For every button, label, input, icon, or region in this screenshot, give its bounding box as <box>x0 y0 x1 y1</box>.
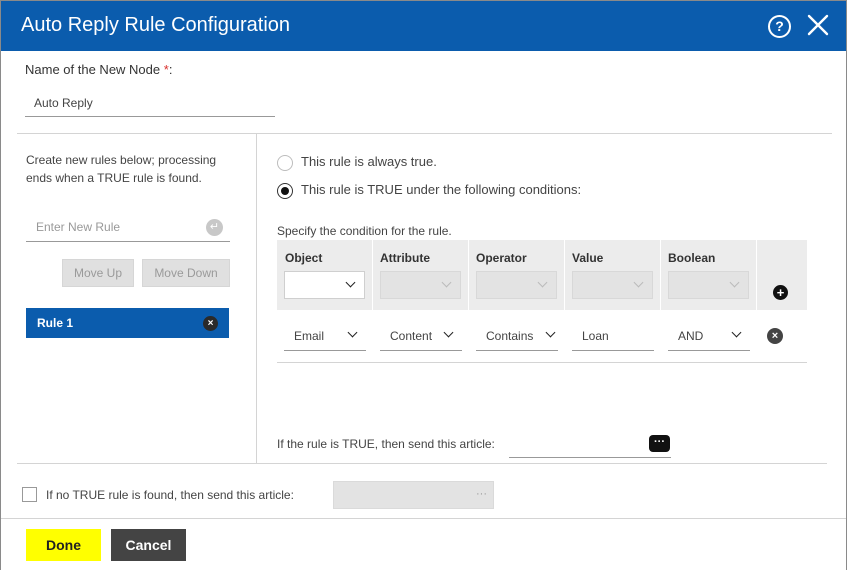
fallback-article-input[interactable]: ··· <box>333 481 494 509</box>
row-value-text: Loan <box>582 329 609 343</box>
browse-fallback-icon[interactable]: ··· <box>476 488 487 500</box>
rule-item-label: Rule 1 <box>37 316 74 330</box>
new-rule-input[interactable] <box>26 212 230 242</box>
divider-bottom <box>17 463 827 464</box>
chevron-down-icon <box>347 327 358 338</box>
row-operator-value: Contains <box>486 329 534 343</box>
row-operator-select[interactable]: Contains <box>476 323 558 351</box>
row-attribute-select[interactable]: Content <box>380 323 462 351</box>
help-icon[interactable]: ? <box>768 15 791 38</box>
condition-row: Email Content Contains Loan AND × <box>277 319 807 363</box>
row-attribute-value: Content <box>390 329 433 343</box>
chevron-down-icon <box>537 277 548 288</box>
column-divider <box>756 240 757 310</box>
operator-select[interactable] <box>476 271 557 299</box>
send-article-input[interactable]: ··· <box>509 433 671 458</box>
condition-table-header: Object Attribute Operator Value Boolean … <box>277 240 807 310</box>
done-button[interactable]: Done <box>26 529 101 561</box>
move-down-button[interactable]: Move Down <box>142 259 230 287</box>
boolean-select[interactable] <box>668 271 749 299</box>
chevron-down-icon <box>731 327 742 338</box>
chevron-down-icon <box>443 327 454 338</box>
browse-article-icon[interactable]: ··· <box>649 435 670 452</box>
remove-rule-icon[interactable]: × <box>203 316 218 331</box>
dialog-titlebar: Auto Reply Rule Configuration ? <box>1 1 846 51</box>
object-select[interactable] <box>284 271 365 299</box>
value-select[interactable] <box>572 271 653 299</box>
divider-vertical <box>256 133 257 463</box>
fallback-label: If no TRUE rule is found, then send this… <box>46 488 294 502</box>
radio-always-true-circle[interactable] <box>277 154 293 171</box>
node-name-input[interactable] <box>25 89 275 117</box>
fallback-checkbox[interactable] <box>22 487 37 502</box>
move-up-button[interactable]: Move Up <box>62 259 134 287</box>
node-name-label-text: Name of the New Node <box>25 62 161 77</box>
dialog-title: Auto Reply Rule Configuration <box>21 14 291 36</box>
chevron-down-icon <box>441 277 452 288</box>
rules-help-text: Create new rules below; processing ends … <box>26 153 217 185</box>
row-object-select[interactable]: Email <box>284 323 366 351</box>
row-boolean-value: AND <box>678 329 704 343</box>
row-object-value: Email <box>294 329 325 343</box>
divider-top <box>17 133 832 134</box>
send-article-label: If the rule is TRUE, then send this arti… <box>277 437 495 451</box>
radio-always-true-label: This rule is always true. <box>301 154 437 169</box>
row-boolean-select[interactable]: AND <box>668 323 750 351</box>
close-icon[interactable] <box>806 13 830 37</box>
radio-conditional-circle[interactable] <box>277 182 293 199</box>
remove-condition-icon[interactable]: × <box>767 328 783 344</box>
radio-conditional[interactable]: This rule is TRUE under the following co… <box>277 182 581 199</box>
enter-return-icon[interactable]: ↵ <box>206 219 223 236</box>
add-condition-icon[interactable]: + <box>773 285 788 300</box>
cancel-button[interactable]: Cancel <box>111 529 186 561</box>
attribute-select[interactable] <box>380 271 461 299</box>
label-colon: : <box>168 62 173 77</box>
row-value-input[interactable]: Loan <box>572 323 654 351</box>
node-name-label: Name of the New Node *: <box>25 62 172 77</box>
chevron-down-icon <box>729 277 740 288</box>
auto-reply-dialog: Auto Reply Rule Configuration ? Name of … <box>0 0 847 570</box>
radio-conditional-label: This rule is TRUE under the following co… <box>301 182 582 197</box>
rule-list-item[interactable]: Rule 1 × <box>26 308 229 338</box>
chevron-down-icon <box>545 327 556 338</box>
radio-always-true[interactable]: This rule is always true. <box>277 154 437 171</box>
chevron-down-icon <box>345 277 356 288</box>
dialog-footer: Done Cancel <box>1 518 846 570</box>
chevron-down-icon <box>633 277 644 288</box>
specify-condition-label: Specify the condition for the rule. <box>277 224 452 238</box>
